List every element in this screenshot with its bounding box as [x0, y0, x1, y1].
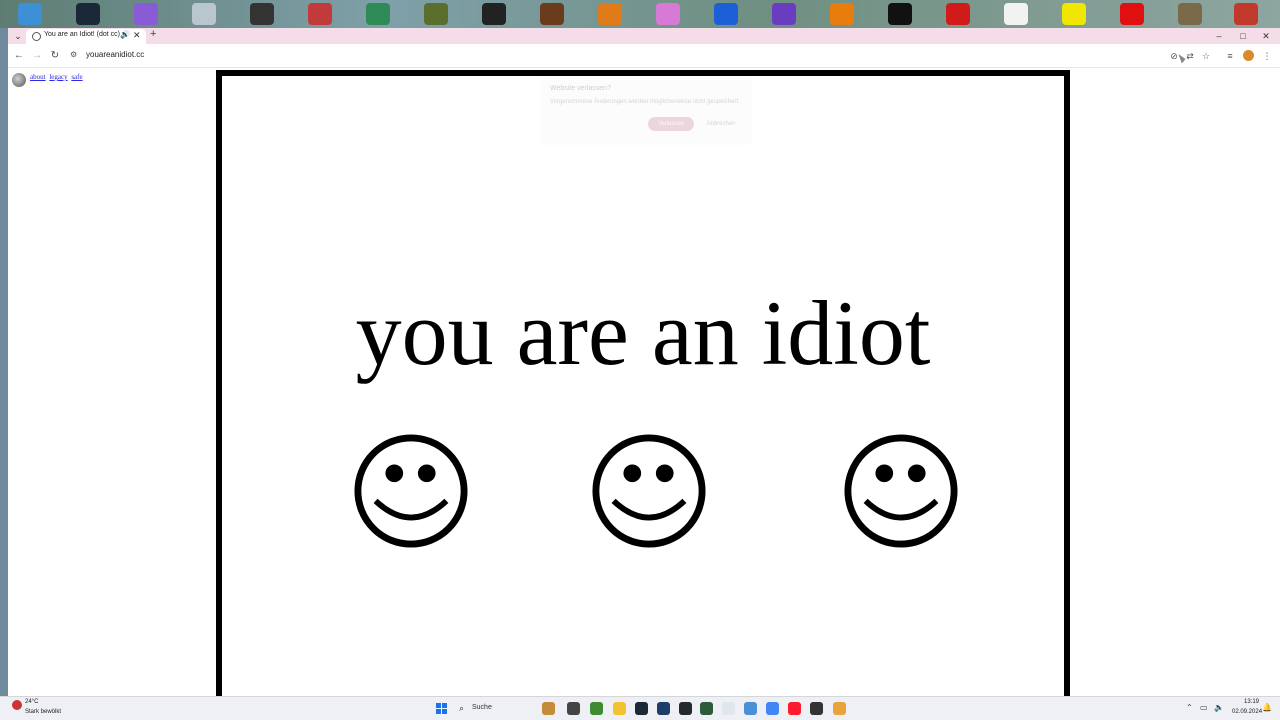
address-bar[interactable]: ⚙ youareanidiot.cc — [66, 48, 1166, 64]
editor-icon[interactable] — [657, 702, 670, 715]
speaker-icon[interactable]: 🔊 — [120, 30, 130, 39]
creature-game-icon[interactable] — [1178, 3, 1202, 25]
weather-temperature[interactable]: 24°C — [25, 699, 38, 705]
fnaf-icon[interactable] — [540, 3, 564, 25]
taskbar-app-1-icon[interactable] — [542, 702, 555, 715]
tab-title: You are an Idiot! (dot cc) — [44, 31, 121, 38]
minimize-button[interactable]: – — [1208, 29, 1230, 43]
puzzle-app-icon[interactable] — [250, 3, 274, 25]
volume-icon[interactable]: 🔈 — [1214, 703, 1224, 712]
notepad-icon[interactable] — [722, 702, 735, 715]
idiot-frame: Website verlassen? Vorgenommene Änderung… — [216, 70, 1070, 696]
winrar-icon[interactable] — [1234, 3, 1258, 25]
bookmark-star-icon[interactable]: ☆ — [1200, 50, 1212, 62]
clock-date[interactable]: 02.09.2024 — [1232, 709, 1262, 715]
network-icon[interactable]: ▭ — [1200, 703, 1208, 712]
close-tab-icon[interactable]: ✕ — [133, 30, 141, 41]
roblox-studio-icon[interactable] — [772, 3, 796, 25]
taskbar-app-2-icon[interactable] — [567, 702, 580, 715]
search-icon[interactable]: ⌕ — [459, 703, 464, 714]
sonic-icon[interactable] — [714, 3, 738, 25]
site-info-icon[interactable]: ⚙ — [70, 50, 77, 59]
blank-shortcut-icon[interactable] — [192, 3, 216, 25]
minecraft-icon[interactable] — [590, 702, 603, 715]
mask-game-icon[interactable] — [888, 3, 912, 25]
taskbar-app-4-icon[interactable] — [810, 702, 823, 715]
menu-kebab-icon[interactable]: ⋮ — [1261, 50, 1273, 62]
craft-game-icon[interactable] — [366, 3, 390, 25]
start-button-icon[interactable] — [436, 703, 448, 715]
file-explorer-icon[interactable] — [613, 702, 626, 715]
goblin-game-icon[interactable] — [424, 3, 448, 25]
game-launcher-icon[interactable] — [700, 702, 713, 715]
roblox-icon[interactable] — [308, 3, 332, 25]
ghost-icon[interactable] — [1004, 3, 1028, 25]
leave-button[interactable]: Verlassen — [648, 117, 694, 131]
legacy-link[interactable]: legacy — [49, 73, 67, 81]
desktop-background — [0, 0, 1280, 28]
chrome-active-icon[interactable] — [833, 702, 846, 715]
site-favicon-icon — [32, 32, 41, 41]
taskbar: 24°C Stark bewölkt ⌕ Suche ⌃ ▭ 🔈 13:19 0… — [0, 696, 1280, 720]
clock-time[interactable]: 13:19 — [1244, 699, 1259, 705]
fall-guys-icon[interactable] — [134, 3, 158, 25]
chrome-icon[interactable] — [766, 702, 779, 715]
steam-taskbar-icon[interactable] — [635, 702, 648, 715]
weather-icon[interactable] — [12, 700, 22, 710]
profile-avatar[interactable] — [1243, 50, 1254, 61]
yellow-heart-icon[interactable] — [1062, 3, 1086, 25]
headline: you are an idiot — [355, 282, 931, 384]
web-page: about legacy safe Website verlassen? Vor… — [8, 69, 1280, 696]
smiley-icon — [844, 434, 958, 548]
red-heart-icon[interactable] — [946, 3, 970, 25]
dialog-title: Website verlassen? — [550, 85, 611, 92]
top-links: about legacy safe — [30, 73, 85, 81]
tab-strip: ⌄ You are an Idiot! (dot cc) 🔊 ✕ + – □ ✕ — [8, 28, 1280, 44]
browser-toolbar: ← → ↻ ⚙ youareanidiot.cc ⊘ ⇄ ☆ ≡ ⋮ — [8, 44, 1280, 68]
dialog-text: Vorgenommene Änderungen werden möglicher… — [550, 99, 740, 105]
notification-bell-icon[interactable]: 🔔 — [1262, 703, 1272, 712]
blender-icon[interactable] — [830, 3, 854, 25]
axolotl-icon[interactable] — [656, 3, 680, 25]
site-logo-icon — [12, 73, 26, 87]
active-tab[interactable]: You are an Idiot! (dot cc) 🔊 ✕ — [26, 29, 146, 44]
taskbar-app-3-icon[interactable] — [744, 702, 757, 715]
recycle-bin-icon[interactable] — [18, 3, 42, 25]
fl-studio-icon[interactable] — [598, 3, 622, 25]
safe-link[interactable]: safe — [71, 73, 82, 81]
weather-description[interactable]: Stark bewölkt — [25, 709, 61, 715]
about-link[interactable]: about — [30, 73, 46, 81]
red-heart-2-icon[interactable] — [1120, 3, 1144, 25]
cancel-button[interactable]: Abbrechen — [700, 117, 742, 131]
new-tab-button[interactable]: + — [150, 28, 156, 40]
reload-button[interactable]: ↻ — [48, 49, 62, 63]
maximize-button[interactable]: □ — [1232, 29, 1254, 43]
media-controls-icon[interactable]: ≡ — [1224, 50, 1236, 62]
search-box[interactable]: Suche — [472, 704, 492, 711]
close-window-button[interactable]: ✕ — [1255, 29, 1277, 43]
smiley-icon — [592, 434, 706, 548]
opera-icon[interactable] — [788, 702, 801, 715]
forward-button[interactable]: → — [30, 49, 44, 63]
browser-window: ⌄ You are an Idiot! (dot cc) 🔊 ✕ + – □ ✕… — [8, 28, 1280, 696]
gorilla-game-icon[interactable] — [482, 3, 506, 25]
github-icon[interactable] — [679, 702, 692, 715]
smiley-icon — [354, 434, 468, 548]
tab-search-button[interactable]: ⌄ — [12, 30, 24, 42]
chevron-up-icon[interactable]: ⌃ — [1186, 703, 1193, 712]
steam-icon[interactable] — [76, 3, 100, 25]
leave-site-dialog: Website verlassen? Vorgenommene Änderung… — [540, 77, 752, 145]
back-button[interactable]: ← — [12, 49, 26, 63]
url-text[interactable]: youareanidiot.cc — [86, 50, 144, 59]
